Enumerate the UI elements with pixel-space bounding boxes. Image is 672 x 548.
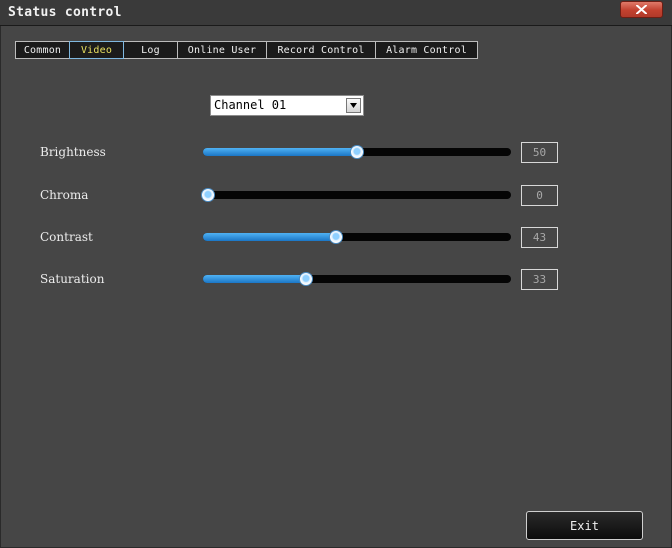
brightness-value-text: 50 xyxy=(532,146,547,159)
chroma-value[interactable]: 0 xyxy=(521,185,558,206)
close-button[interactable] xyxy=(620,1,663,18)
contrast-slider-thumb[interactable] xyxy=(329,230,344,244)
channel-select-value: Channel 01 xyxy=(214,98,287,112)
close-icon xyxy=(636,5,647,14)
saturation-value[interactable]: 33 xyxy=(521,269,558,290)
tab-video[interactable]: Video xyxy=(69,41,124,59)
contrast-slider[interactable] xyxy=(203,230,511,244)
tab-label: Common xyxy=(23,44,62,56)
exit-button[interactable]: Exit xyxy=(526,511,643,540)
chroma-value-text: 0 xyxy=(536,189,543,202)
window-title: Status control xyxy=(8,5,122,20)
saturation-slider-thumb[interactable] xyxy=(299,272,314,286)
tab-label: Record Control xyxy=(277,44,365,56)
saturation-label: Saturation xyxy=(40,272,105,286)
channel-select[interactable]: Channel 01 xyxy=(210,95,364,116)
tab-online-user[interactable]: Online User xyxy=(177,41,267,59)
contrast-slider-fill xyxy=(203,233,337,241)
tab-label: Log xyxy=(141,44,160,56)
brightness-label: Brightness xyxy=(40,145,106,159)
tab-record-control[interactable]: Record Control xyxy=(266,41,376,59)
tab-label: Video xyxy=(80,44,113,56)
saturation-slider[interactable] xyxy=(203,272,511,286)
chevron-down-icon xyxy=(350,103,357,108)
contrast-value[interactable]: 43 xyxy=(521,227,558,248)
chroma-slider-thumb[interactable] xyxy=(201,188,215,202)
chroma-label: Chroma xyxy=(40,188,89,202)
tab-label: Alarm Control xyxy=(386,44,467,56)
brightness-value[interactable]: 50 xyxy=(521,142,558,163)
tab-label: Online User xyxy=(187,44,257,56)
exit-button-label: Exit xyxy=(570,518,599,533)
chroma-slider[interactable] xyxy=(201,188,511,202)
tab-common[interactable]: Common xyxy=(15,41,70,59)
tab-bar: Common Video Log Online User Record Cont… xyxy=(15,41,478,59)
tab-alarm-control[interactable]: Alarm Control xyxy=(375,41,478,59)
brightness-slider-thumb[interactable] xyxy=(350,145,364,159)
dropdown-arrow-button[interactable] xyxy=(346,98,361,113)
brightness-slider[interactable] xyxy=(203,145,511,159)
title-bar: Status control xyxy=(0,0,672,26)
contrast-label: Contrast xyxy=(40,230,93,244)
tab-log[interactable]: Log xyxy=(123,41,178,59)
saturation-value-text: 33 xyxy=(532,273,547,286)
contrast-value-text: 43 xyxy=(532,231,547,244)
saturation-slider-fill xyxy=(203,275,307,283)
brightness-slider-fill xyxy=(203,148,357,156)
